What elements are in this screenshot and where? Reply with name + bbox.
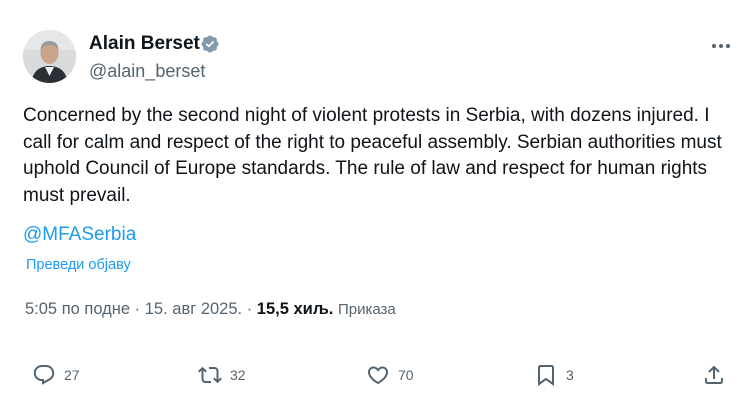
- verified-badge-icon: [201, 35, 219, 53]
- like-button[interactable]: 70: [366, 360, 414, 390]
- tweet-date[interactable]: 15. авг 2025.: [145, 300, 242, 318]
- avatar-image: [23, 30, 76, 83]
- bookmark-button[interactable]: 3: [534, 360, 574, 390]
- repost-button[interactable]: 32: [198, 360, 246, 390]
- more-horizontal-icon[interactable]: [708, 36, 734, 56]
- views-count[interactable]: 15,5 хиљ.: [257, 300, 334, 318]
- like-count: 70: [398, 367, 414, 383]
- tweet-meta: 5:05 по подне · 15. авг 2025. · 15,5 хиљ…: [25, 298, 396, 321]
- reply-button[interactable]: 27: [32, 360, 80, 390]
- tweet-text: Concerned by the second night of violent…: [23, 105, 722, 206]
- author-name[interactable]: Alain Berset: [89, 33, 200, 55]
- reply-icon: [33, 365, 55, 385]
- avatar[interactable]: [23, 30, 76, 83]
- mention-link[interactable]: @MFASerbia: [23, 222, 136, 248]
- meta-separator: ·: [246, 300, 253, 318]
- author-handle[interactable]: @alain_berset: [89, 60, 205, 82]
- reply-count: 27: [64, 367, 80, 383]
- repost-count: 32: [230, 367, 246, 383]
- bookmark-icon: [538, 365, 554, 386]
- tweet-card: Alain Berset @alain_berset Concerned by …: [0, 0, 752, 413]
- share-icon: [705, 365, 723, 384]
- heart-icon: [367, 366, 389, 385]
- bookmark-count: 3: [566, 367, 574, 383]
- translate-post-link[interactable]: Преведи објаву: [26, 256, 131, 274]
- share-button[interactable]: [702, 360, 734, 390]
- tweet-time[interactable]: 5:05 по подне: [25, 300, 130, 318]
- views-label: Приказа: [337, 301, 396, 318]
- repost-icon: [198, 366, 222, 384]
- meta-separator: ·: [134, 300, 141, 318]
